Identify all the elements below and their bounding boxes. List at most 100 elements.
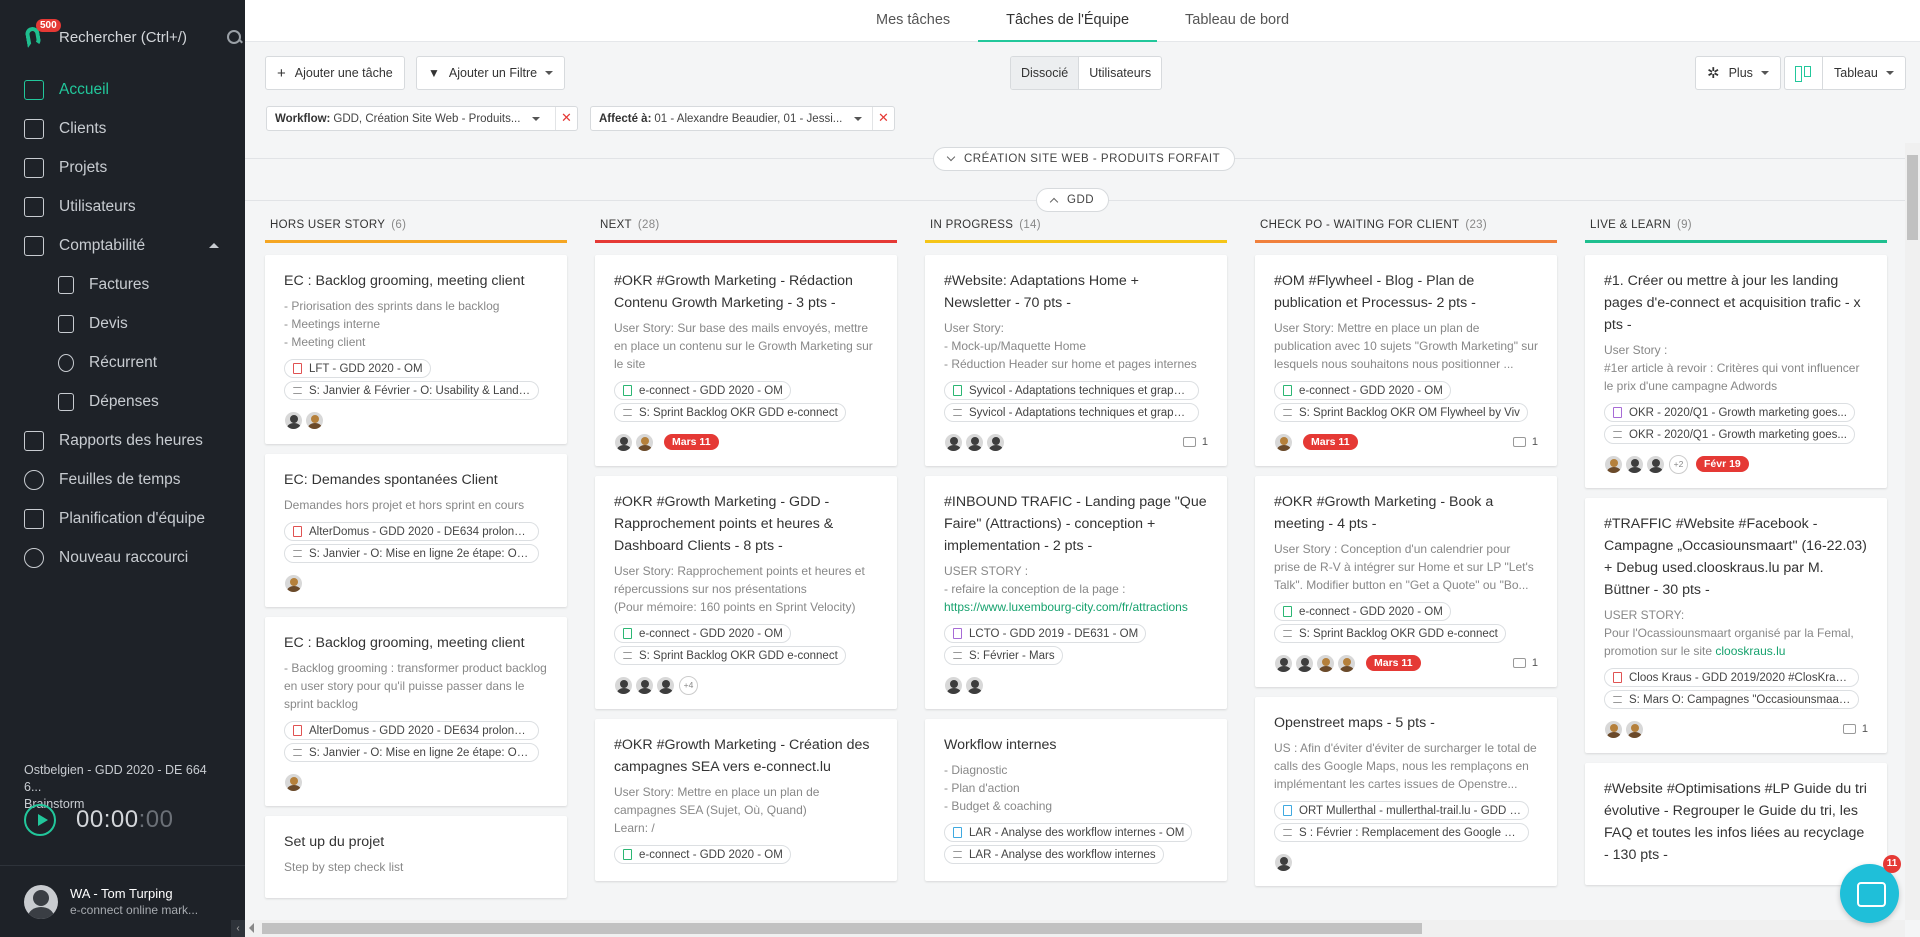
avatar[interactable]: [1316, 653, 1335, 673]
avatar[interactable]: [305, 410, 324, 430]
card-tag[interactable]: e-connect - GDD 2020 - OM: [614, 624, 791, 643]
avatar[interactable]: [635, 432, 654, 452]
chevron-down-icon[interactable]: [854, 116, 863, 121]
card-tag[interactable]: OKR - 2020/Q1 - Growth marketing goes...: [1604, 425, 1855, 444]
avatar[interactable]: [944, 675, 963, 695]
avatar[interactable]: [1337, 653, 1356, 673]
card-tag[interactable]: S: Sprint Backlog OKR OM Flywheel by Viv: [1274, 403, 1528, 422]
avatar[interactable]: [656, 675, 675, 695]
board-icon[interactable]: [1785, 57, 1823, 89]
card-tag[interactable]: LCTO - GDD 2019 - DE631 - OM: [944, 624, 1147, 643]
card-tag[interactable]: LAR - Analyse des workflow internes: [944, 845, 1164, 864]
comments-count[interactable]: 1: [1512, 657, 1538, 669]
sidebar-item-plus-circle[interactable]: Nouveau raccourci: [0, 538, 245, 577]
chevron-up-icon[interactable]: [209, 243, 219, 248]
user-profile[interactable]: WA - Tom Turping e-connect online mark..…: [0, 865, 245, 937]
task-card[interactable]: #OKR #Growth Marketing - GDD - Rapproche…: [595, 476, 897, 709]
card-tag[interactable]: e-connect - GDD 2020 - OM: [614, 845, 791, 864]
card-tag[interactable]: S: Sprint Backlog OKR GDD e-connect: [614, 646, 846, 665]
scroll-left-icon[interactable]: [249, 923, 254, 933]
group-toggle-gdd[interactable]: GDD: [1036, 188, 1110, 212]
avatar[interactable]: [1625, 454, 1644, 474]
group-toggle-creation-site-web[interactable]: CRÉATION SITE WEB - PRODUITS FORFAIT: [933, 147, 1236, 171]
sidebar-item-expenses[interactable]: Dépenses: [0, 382, 245, 421]
card-tag[interactable]: S : Février : Remplacement des Google Ma…: [1274, 823, 1529, 842]
task-card[interactable]: #Website: Adaptations Home + Newsletter …: [925, 255, 1227, 466]
remove-filter-icon[interactable]: ✕: [872, 107, 894, 130]
comments-count[interactable]: 1: [1512, 436, 1538, 448]
avatar[interactable]: [1604, 719, 1623, 739]
card-tag[interactable]: Syvicol - Adaptations techniques et grap…: [944, 403, 1199, 422]
avatar[interactable]: [284, 410, 303, 430]
task-card[interactable]: EC : Backlog grooming, meeting client - P…: [265, 255, 567, 444]
avatar[interactable]: [284, 573, 303, 593]
task-card[interactable]: #OKR #Growth Marketing - Book a meeting …: [1255, 476, 1557, 687]
task-card[interactable]: #1. Créer ou mettre à jour les landing p…: [1585, 255, 1887, 488]
notification-badge[interactable]: 500: [36, 19, 61, 32]
sidebar-item-calendar[interactable]: Planification d'équipe: [0, 499, 245, 538]
tab-dashboard[interactable]: Tableau de bord: [1157, 0, 1317, 42]
avatar[interactable]: [986, 432, 1005, 452]
search-icon[interactable]: [226, 29, 242, 45]
tab-team-tasks[interactable]: Tâches de l'Équipe: [978, 0, 1158, 42]
avatar[interactable]: [965, 675, 984, 695]
sidebar-item-quote[interactable]: Devis: [0, 304, 245, 343]
avatar[interactable]: [944, 432, 963, 452]
sidebar-item-folder[interactable]: Projets: [0, 148, 245, 187]
card-tag[interactable]: e-connect - GDD 2020 - OM: [614, 381, 791, 400]
card-tag[interactable]: S: Janvier - O: Mise en ligne 2e étape: …: [284, 743, 539, 762]
chevron-down-icon[interactable]: [532, 116, 541, 121]
sidebar-item-invoice[interactable]: Factures: [0, 265, 245, 304]
task-card[interactable]: #Website #Optimisations #LP Guide du tri…: [1585, 763, 1887, 885]
avatar[interactable]: [1295, 653, 1314, 673]
task-card[interactable]: EC : Backlog grooming, meeting client - B…: [265, 617, 567, 806]
task-card[interactable]: #INBOUND TRAFIC - Landing page "Que Fair…: [925, 476, 1227, 709]
sidebar-item-recurring[interactable]: Récurrent: [0, 343, 245, 382]
avatar[interactable]: [1274, 852, 1293, 872]
card-tag[interactable]: S: Sprint Backlog OKR GDD e-connect: [614, 403, 846, 422]
card-tag[interactable]: S: Février - Mars: [944, 646, 1063, 665]
horizontal-scrollbar[interactable]: [245, 920, 1905, 937]
avatar[interactable]: [1646, 454, 1665, 474]
card-tag[interactable]: Syvicol - Adaptations techniques et grap…: [944, 381, 1199, 400]
task-card[interactable]: #TRAFFIC #Website #Facebook - Campagne „…: [1585, 498, 1887, 753]
collapse-sidebar-icon[interactable]: ‹: [231, 920, 245, 937]
card-tag[interactable]: S: Sprint Backlog OKR GDD e-connect: [1274, 624, 1506, 643]
avatar[interactable]: [1604, 454, 1623, 474]
comments-count[interactable]: 1: [1842, 723, 1868, 735]
card-tag[interactable]: S: Janvier & Février - O: Usability & La…: [284, 381, 539, 400]
card-tag[interactable]: ORT Mullerthal - mullerthal-trail.lu - G…: [1274, 801, 1529, 820]
card-tag[interactable]: e-connect - GDD 2020 - OM: [1274, 602, 1451, 621]
search-input[interactable]: Rechercher (Ctrl+/): [59, 29, 226, 46]
comments-count[interactable]: 1: [1182, 436, 1208, 448]
card-tag[interactable]: AlterDomus - GDD 2020 - DE634 prolongati…: [284, 522, 539, 541]
card-tag[interactable]: e-connect - GDD 2020 - OM: [1274, 381, 1451, 400]
card-tag[interactable]: AlterDomus - GDD 2020 - DE634 prolongati…: [284, 721, 539, 740]
card-tag[interactable]: LFT - GDD 2020 - OM: [284, 359, 431, 378]
filter-chip-workflow[interactable]: Workflow: GDD, Création Site Web - Produi…: [266, 106, 578, 131]
sidebar-item-user[interactable]: Utilisateurs: [0, 187, 245, 226]
sidebar-item-reports[interactable]: Rapports des heures: [0, 421, 245, 460]
avatar[interactable]: [635, 675, 654, 695]
avatar[interactable]: [614, 675, 633, 695]
add-filter-button[interactable]: ▼ Ajouter un Filtre: [416, 56, 566, 90]
card-link[interactable]: https://www.luxembourg-city.com/fr/attra…: [944, 600, 1188, 614]
view-dropdown[interactable]: Tableau: [1823, 57, 1905, 89]
card-tag[interactable]: LAR - Analyse des workflow internes - OM: [944, 823, 1193, 842]
remove-filter-icon[interactable]: ✕: [555, 107, 577, 130]
vertical-scrollbar[interactable]: [1905, 143, 1920, 920]
task-card[interactable]: Set up du projet Step by step check list: [265, 816, 567, 898]
users-button[interactable]: Utilisateurs: [1079, 57, 1161, 89]
avatar[interactable]: [284, 772, 303, 792]
more-button[interactable]: ✲ Plus: [1695, 56, 1781, 90]
card-link[interactable]: clooskraus.lu: [1715, 644, 1785, 658]
scrollbar-thumb[interactable]: [1907, 155, 1918, 240]
sidebar-item-building[interactable]: Clients: [0, 109, 245, 148]
card-tag[interactable]: Cloos Kraus - GDD 2019/2020 #ClosKraus..…: [1604, 668, 1859, 687]
scrollbar-thumb[interactable]: [262, 923, 1422, 934]
avatar[interactable]: [965, 432, 984, 452]
avatar[interactable]: [1625, 719, 1644, 739]
task-card[interactable]: EC: Demandes spontanées Client Demandes h…: [265, 454, 567, 607]
filter-chip-assignee[interactable]: Affecté à: 01 - Alexandre Beaudier, 01 - …: [590, 106, 895, 131]
tab-my-tasks[interactable]: Mes tâches: [848, 0, 978, 42]
